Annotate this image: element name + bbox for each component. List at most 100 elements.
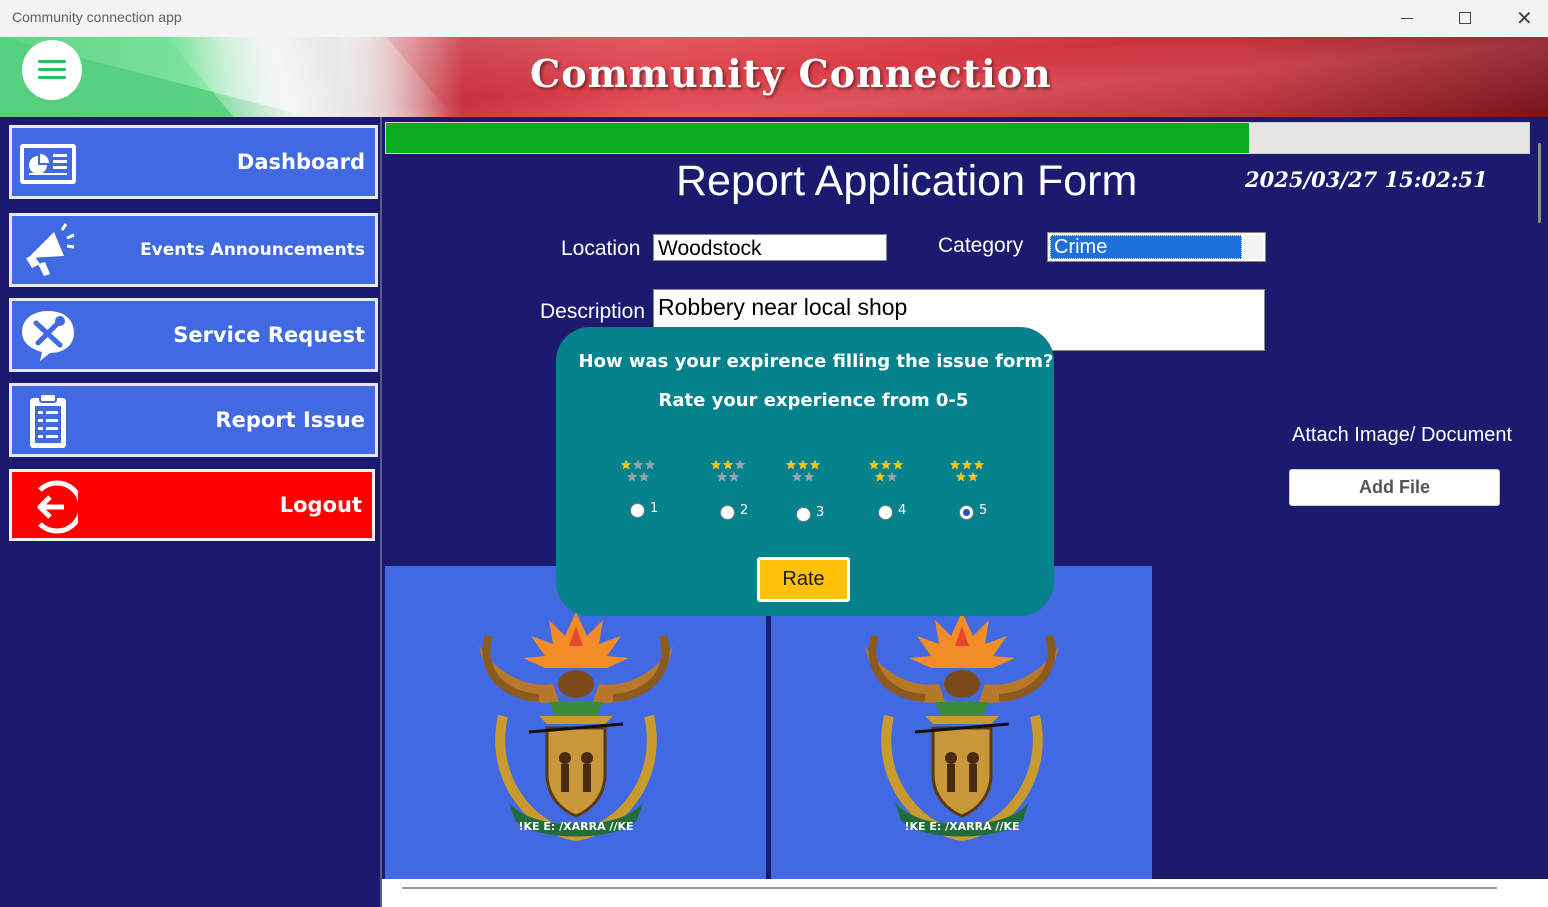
rating-dialog: How was your expirence filling the issue… [556, 327, 1054, 616]
rating-option-label: 5 [979, 503, 988, 518]
star-icon [722, 459, 734, 470]
minimize-button[interactable] [1378, 0, 1436, 37]
attach-label: Attach Image/ Document [1292, 424, 1513, 446]
star-icon [710, 459, 722, 470]
category-label: Category [938, 234, 1024, 257]
description-label: Description [540, 300, 646, 323]
location-input[interactable]: Woodstock [653, 234, 887, 261]
form-title: Report Application Form [676, 157, 1138, 205]
coat-of-arms-icon: !KE E: /XARRA //KE [479, 612, 673, 842]
close-button[interactable]: ✕ [1494, 0, 1548, 37]
category-select[interactable]: Crime [1047, 232, 1266, 262]
rating-radio[interactable] [959, 505, 974, 520]
tools-icon [18, 307, 78, 365]
minimize-icon [1401, 18, 1413, 19]
star-icon [868, 459, 880, 470]
rating-option-2[interactable]: 2 [708, 457, 768, 527]
hamburger-menu-icon [38, 60, 66, 63]
category-selected-value: Crime [1050, 235, 1242, 259]
sidebar-item-dashboard[interactable]: Dashboard [9, 125, 378, 199]
star-icon [886, 471, 898, 482]
header-banner: Community Connection [0, 37, 1548, 117]
add-file-button[interactable]: Add File [1289, 469, 1500, 506]
star-icon [716, 471, 728, 482]
star-icon [632, 459, 644, 470]
star-rating-icon [949, 459, 985, 482]
rate-button[interactable]: Rate [757, 557, 850, 602]
megaphone-icon [18, 222, 78, 280]
progress-bar-fill [386, 123, 1249, 153]
sidebar-item-label: Dashboard [236, 150, 365, 174]
clipboard-icon [18, 392, 78, 450]
rating-radio[interactable] [630, 503, 645, 518]
horizontal-scrollbar-area [382, 879, 1548, 907]
star-icon [734, 459, 746, 470]
app-title: Community Connection [530, 51, 1052, 96]
sidebar-item-label: Report Issue [215, 408, 365, 432]
sidebar-item-events-announcements[interactable]: Events Announcements [9, 213, 378, 287]
star-icon [973, 459, 985, 470]
hamburger-menu-icon-bar [38, 76, 66, 79]
rating-subtitle: Rate your experience from 0-5 [658, 390, 969, 411]
close-icon: ✕ [1516, 6, 1533, 30]
rating-radio[interactable] [878, 505, 893, 520]
star-icon [620, 459, 632, 470]
progress-bar [385, 122, 1530, 154]
rating-option-3[interactable]: 3 [783, 457, 843, 527]
datetime-label: 2025/03/27 15:02:51 [1245, 167, 1488, 192]
rating-option-label: 1 [650, 501, 659, 516]
emblem-motto: !KE E: /XARRA //KE [519, 820, 634, 833]
rating-option-label: 2 [740, 503, 749, 518]
star-icon [791, 471, 803, 482]
dropdown-arrow-icon[interactable] [1243, 235, 1263, 259]
horizontal-scrollbar[interactable] [402, 887, 1497, 889]
rating-option-1[interactable]: 1 [618, 457, 678, 527]
sidebar-item-report-issue[interactable]: Report Issue [9, 383, 378, 457]
sidebar-item-label: Events Announcements [140, 240, 365, 260]
sidebar-item-label: Service Request [173, 323, 365, 347]
rating-option-4[interactable]: 4 [866, 457, 926, 527]
sidebar-item-label: Logout [279, 493, 362, 517]
star-icon [626, 471, 638, 482]
rating-radio[interactable] [796, 507, 811, 522]
location-label: Location [561, 237, 641, 260]
rating-question: How was your expirence filling the issue… [578, 351, 1054, 372]
star-icon [949, 459, 961, 470]
star-icon [967, 471, 979, 482]
app-window: Community connection app ✕ Community Con… [0, 0, 1548, 907]
star-icon [880, 459, 892, 470]
rating-option-label: 4 [898, 503, 907, 518]
star-rating-icon [710, 459, 746, 482]
window-titlebar: Community connection app ✕ [0, 0, 1548, 37]
star-icon [803, 471, 815, 482]
emblem-motto: !KE E: /XARRA //KE [905, 820, 1020, 833]
sidebar-item-logout[interactable]: Logout [9, 469, 375, 541]
star-rating-icon [620, 459, 656, 482]
rating-option-5[interactable]: 5 [947, 457, 1007, 527]
hamburger-menu-button[interactable] [22, 40, 82, 100]
star-icon [644, 459, 656, 470]
star-icon [961, 459, 973, 470]
sidebar: Dashboard Events Announcements Service R… [0, 117, 382, 907]
star-icon [955, 471, 967, 482]
sidebar-item-service-request[interactable]: Service Request [9, 298, 378, 372]
hamburger-menu-icon-bar [38, 68, 66, 71]
star-icon [785, 459, 797, 470]
vertical-scrollbar[interactable] [1538, 143, 1541, 223]
rating-radio[interactable] [720, 505, 735, 520]
coat-of-arms-icon: !KE E: /XARRA //KE [865, 612, 1059, 842]
dashboard-icon [18, 134, 78, 192]
logout-icon [18, 478, 84, 536]
maximize-button[interactable] [1436, 0, 1494, 37]
star-icon [892, 459, 904, 470]
rating-option-label: 3 [816, 505, 825, 520]
star-rating-icon [868, 459, 904, 482]
maximize-icon [1459, 12, 1471, 24]
star-icon [797, 459, 809, 470]
star-rating-icon [785, 459, 821, 482]
star-icon [638, 471, 650, 482]
window-title: Community connection app [12, 9, 182, 25]
star-icon [874, 471, 886, 482]
star-icon [728, 471, 740, 482]
star-icon [809, 459, 821, 470]
